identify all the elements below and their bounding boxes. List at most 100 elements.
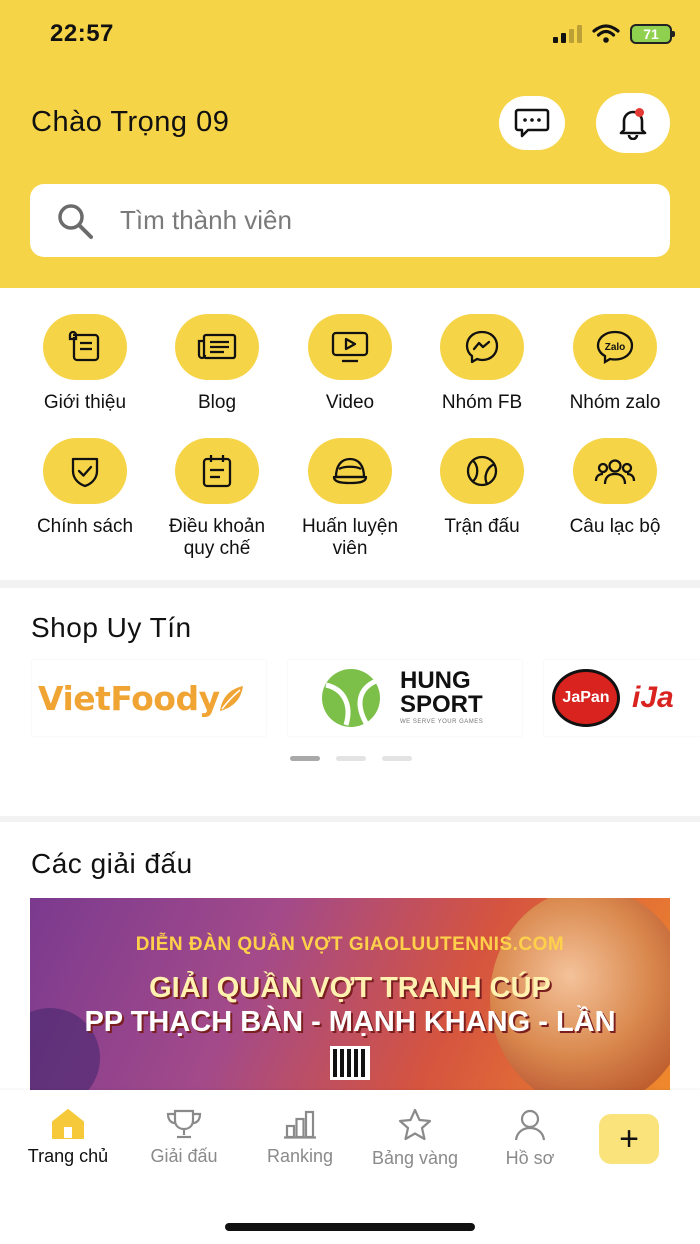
home-icon	[52, 1109, 84, 1139]
menu-item-tran-dau[interactable]: Trận đấu	[415, 438, 549, 538]
user-icon	[514, 1109, 546, 1141]
menu-label: Blog	[197, 392, 237, 413]
nav-label: Bảng vàng	[371, 1148, 459, 1168]
status-time: 22:57	[50, 20, 114, 47]
menu-icon-circle	[175, 314, 259, 380]
cap-icon	[332, 457, 368, 485]
qr-code	[330, 1046, 370, 1080]
menu-icon-circle	[440, 314, 524, 380]
notification-badge	[635, 108, 644, 117]
carousel-dot[interactable]	[382, 756, 412, 761]
menu-item-video[interactable]: Video	[283, 314, 417, 414]
menu-item-chinh-sach[interactable]: Chính sách	[18, 438, 152, 538]
banner-title-line1: GIẢI QUẦN VỢT TRANH CÚP	[149, 972, 551, 1004]
tournaments-section: Các giải đấu DIỄN ĐÀN QUẦN VỢT GIAOLUUTE…	[0, 822, 700, 1102]
bell-icon	[619, 110, 647, 140]
messenger-icon	[465, 330, 499, 364]
nav-item-ranking[interactable]: Ranking	[240, 1108, 360, 1167]
nav-item-tournaments[interactable]: Giải đấu	[124, 1108, 244, 1167]
japan-wordmark: iJa	[632, 681, 674, 714]
nav-label: Hồ sơ	[505, 1148, 555, 1168]
battery-icon: 71	[630, 24, 675, 44]
japan-badge-text: JaPan	[562, 689, 610, 706]
menu-icon-circle	[43, 438, 127, 504]
nav-item-profile[interactable]: Hồ sơ	[470, 1108, 590, 1169]
hung-sport-wordmark: HUNG SPORT WE SERVE YOUR GAMES	[400, 669, 483, 727]
menu-item-dieu-khoan[interactable]: Điều khoản quy chế	[150, 438, 284, 560]
newspaper-icon	[197, 333, 237, 360]
bottom-safe-area	[0, 1192, 700, 1244]
battery-level: 71	[643, 26, 659, 42]
menu-icon-circle: Zalo	[573, 314, 657, 380]
shield-check-icon	[71, 457, 99, 488]
menu-label: Video	[325, 392, 375, 413]
menu-icon-circle	[308, 438, 392, 504]
group-icon	[594, 459, 636, 485]
banner-top-text: DIỄN ĐÀN QUẦN VỢT GIAOLUUTENNIS.COM	[135, 934, 565, 955]
menu-label: Huấn luyện viên	[301, 516, 399, 559]
japan-logo-circle: JaPan	[552, 669, 620, 727]
menu-item-cau-lac-bo[interactable]: Câu lạc bộ	[548, 438, 682, 538]
menu-icon-circle	[308, 314, 392, 380]
calendar-list-icon	[202, 455, 232, 488]
svg-text:Zalo: Zalo	[605, 342, 626, 353]
cellular-signal-icon	[553, 25, 582, 43]
menu-label: Giới thiệu	[43, 392, 127, 413]
status-icons: 71	[553, 24, 675, 44]
search-bar[interactable]	[30, 184, 670, 257]
quick-menu: Giới thiệu Blog Video Nhóm FB Zalo Nhóm …	[0, 288, 700, 580]
nav-item-hall-of-fame[interactable]: Bảng vàng	[355, 1108, 475, 1169]
menu-label: Nhóm zalo	[569, 392, 661, 413]
shop-card-vietfoody[interactable]: VietFoody	[32, 660, 266, 736]
menu-label: Điều khoản quy chế	[168, 516, 266, 559]
banner-title-line2: PP THẠCH BÀN - MẠNH KHANG - LẦN	[84, 1006, 616, 1038]
shop-card-hung-sport[interactable]: HUNG SPORT WE SERVE YOUR GAMES	[288, 660, 522, 736]
chat-icon	[514, 108, 550, 138]
nav-label: Trang chủ	[27, 1146, 109, 1166]
search-icon	[54, 200, 96, 242]
menu-item-nhom-zalo[interactable]: Zalo Nhóm zalo	[548, 314, 682, 414]
shop-card-japan[interactable]: JaPan iJa	[544, 660, 700, 736]
carousel-dot[interactable]	[336, 756, 366, 761]
bar-chart-icon	[284, 1110, 316, 1139]
carousel-pagination	[290, 756, 412, 761]
menu-icon-circle	[43, 314, 127, 380]
menu-item-huan-luyen-vien[interactable]: Huấn luyện viên	[283, 438, 417, 560]
wifi-icon	[592, 24, 620, 43]
header: 22:57 71 Chào Trọng 09	[0, 0, 700, 288]
menu-label: Chính sách	[36, 516, 134, 537]
menu-label: Trận đấu	[444, 516, 520, 537]
menu-item-gioi-thieu[interactable]: Giới thiệu	[18, 314, 152, 414]
leaf-icon	[219, 686, 243, 711]
search-input[interactable]	[120, 205, 640, 236]
menu-label: Nhóm FB	[441, 392, 523, 413]
vietfoody-logo: VietFoody	[38, 678, 220, 718]
zalo-icon: Zalo	[596, 330, 634, 365]
hung-sport-tagline: WE SERVE YOUR GAMES	[400, 719, 484, 725]
menu-icon-circle	[573, 438, 657, 504]
carousel-dot-active[interactable]	[290, 756, 320, 761]
menu-label: Câu lạc bộ	[569, 516, 661, 537]
bottom-navigation: Trang chủ Giải đấu Ranking Bảng vàng Hồ …	[0, 1090, 700, 1192]
menu-icon-circle	[175, 438, 259, 504]
trophy-icon	[166, 1109, 202, 1139]
tournaments-section-title: Các giải đấu	[31, 848, 193, 879]
notifications-button[interactable]	[596, 93, 670, 153]
scroll-icon	[68, 330, 100, 362]
messages-button[interactable]	[499, 96, 565, 150]
nav-item-home[interactable]: Trang chủ	[8, 1108, 128, 1167]
star-icon	[398, 1108, 432, 1141]
tournament-banner[interactable]: DIỄN ĐÀN QUẦN VỢT GIAOLUUTENNIS.COM GIẢI…	[30, 898, 670, 1098]
tennis-ball-icon	[466, 455, 498, 487]
shop-section-title: Shop Uy Tín	[31, 612, 192, 643]
add-button[interactable]: +	[599, 1114, 659, 1164]
menu-item-nhom-fb[interactable]: Nhóm FB	[415, 314, 549, 414]
shop-section: Shop Uy Tín VietFoody HUNG SPORT WE SERV…	[0, 588, 700, 816]
menu-item-blog[interactable]: Blog	[150, 314, 284, 414]
plus-icon: +	[619, 1119, 639, 1158]
home-indicator[interactable]	[225, 1223, 475, 1231]
video-play-icon	[331, 331, 369, 363]
hung-sport-line2: SPORT	[400, 691, 483, 718]
tennis-ball-logo-icon	[322, 669, 380, 727]
menu-icon-circle	[440, 438, 524, 504]
